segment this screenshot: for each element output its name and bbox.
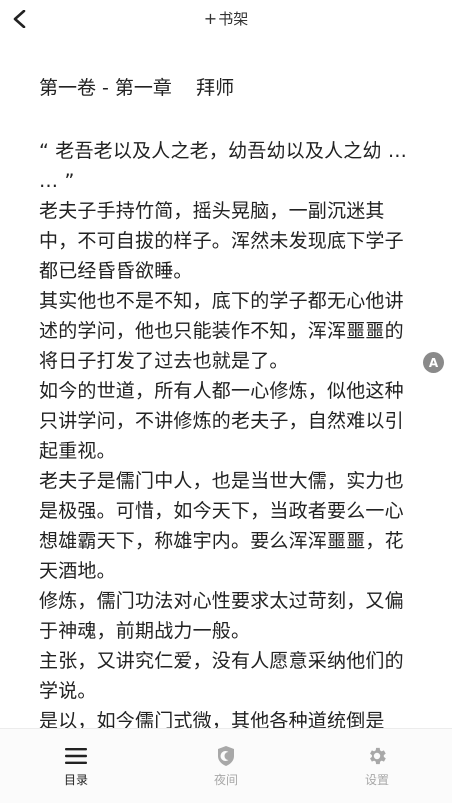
nav-night-mode[interactable]: 夜间 (186, 743, 266, 788)
paragraph: 主张，又讲究仁爱，没有人愿意采纳他们的学说。 (39, 650, 404, 702)
nav-label: 夜间 (213, 773, 238, 787)
add-to-shelf-button[interactable]: +书架 (0, 8, 452, 29)
reader-content[interactable]: 第一卷 - 第一章 拜师 “ 老吾老以及人之老，幼吾幼以及人之幼 … … ” 老… (39, 68, 419, 728)
plus-icon: + (203, 9, 218, 28)
nav-label: 设置 (364, 773, 389, 787)
chapter-title: 第一卷 - 第一章 拜师 (39, 77, 235, 99)
paragraph: 其实他也不是不知，底下的学子都无心他讲述的学问，他也只能装作不知，浑浑噩噩的将日… (39, 290, 404, 372)
paragraph: 是以，如今儒门式微，其他各种道统倒是 (39, 710, 385, 728)
paragraph: 如今的世道，所有人都一心修炼，似他这种只讲学问，不讲修炼的老夫子，自然难以引起重… (39, 380, 404, 462)
gear-icon (370, 747, 386, 765)
paragraph: 老夫子是儒门中人，也是当世大儒，实力也是极强。可惜，如今天下，当政者要么一心想雄… (39, 470, 404, 582)
menu-icon (65, 748, 87, 764)
shield-moon-icon (218, 746, 234, 766)
top-bar: +书架 (0, 0, 452, 40)
bottom-nav: 目录 夜间 设置 (0, 728, 452, 803)
nav-settings[interactable]: 设置 (337, 743, 417, 788)
nav-label: 目录 (63, 773, 88, 787)
floating-a-button[interactable]: A (423, 352, 444, 373)
nav-table-of-contents[interactable]: 目录 (36, 743, 116, 788)
paragraph: 修炼，儒门功法对心性要求太过苛刻，又偏于神魂，前期战力一般。 (39, 590, 404, 642)
add-to-shelf-label: 书架 (218, 10, 249, 28)
paragraph: 老夫子手持竹简，摇头晃脑，一副沉迷其中，不可自拔的样子。浑然未发现底下学子都已经… (39, 200, 404, 282)
paragraph: “ 老吾老以及人之老，幼吾幼以及人之幼 … … ” (39, 140, 408, 192)
